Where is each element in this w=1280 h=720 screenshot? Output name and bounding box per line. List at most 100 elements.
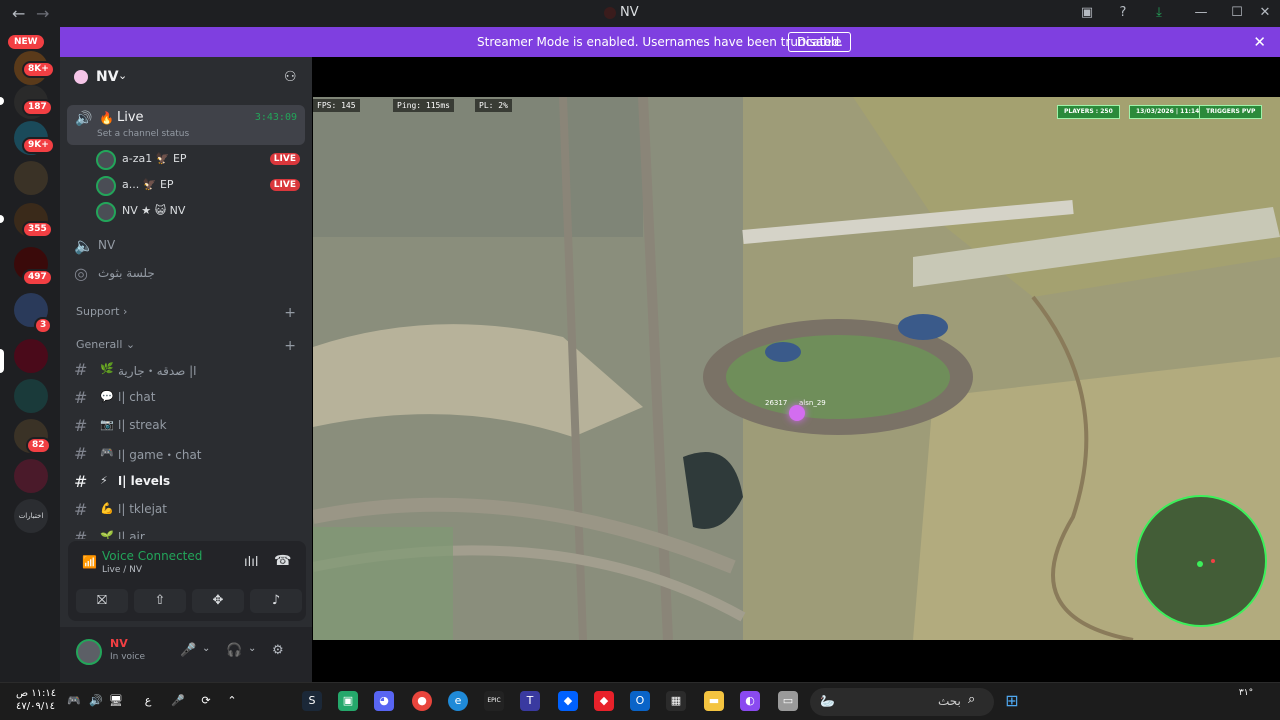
minimize-icon[interactable]: — bbox=[1192, 4, 1210, 22]
edge-icon[interactable]: e bbox=[448, 691, 468, 711]
outlook-icon[interactable]: O bbox=[630, 691, 650, 711]
unread-pill bbox=[0, 97, 4, 105]
search-placeholder: بحث bbox=[938, 694, 961, 708]
voice-channel-live[interactable]: 🔊 🔥 Live 3:43:09 Set a channel status bbox=[67, 105, 305, 145]
live-badge: LIVE bbox=[269, 153, 300, 165]
server-icon-9[interactable] bbox=[14, 379, 48, 413]
category-generall[interactable]: Generall ⌄ + bbox=[76, 338, 304, 358]
channel-status-prompt[interactable]: Set a channel status bbox=[97, 129, 189, 139]
channel-emoji: 💬 bbox=[100, 390, 114, 403]
server-icon-10[interactable]: 82 bbox=[14, 419, 51, 454]
download-icon[interactable]: ⤓ bbox=[1150, 4, 1168, 22]
voice-user[interactable]: NV ★ 😺 NV bbox=[96, 201, 306, 223]
sync-icon[interactable]: ⟳ bbox=[196, 691, 216, 711]
hash-icon: # bbox=[74, 388, 88, 407]
stage-channel[interactable]: ◎ جلسة بثوث bbox=[68, 261, 304, 287]
store-icon[interactable]: ▦ bbox=[666, 691, 686, 711]
avatar[interactable] bbox=[76, 639, 102, 665]
server-badge: 9K+ bbox=[22, 137, 55, 154]
voice-channel-nv[interactable]: 🔈 NV bbox=[68, 233, 304, 259]
channel-emoji: 📷 bbox=[100, 418, 114, 431]
close-window-icon[interactable]: ✕ bbox=[1256, 4, 1274, 22]
text-channel[interactable]: # 📷 ا| streak bbox=[68, 413, 304, 439]
signal-icon[interactable]: 📶 bbox=[82, 555, 97, 569]
avatar bbox=[96, 150, 116, 170]
teams-icon[interactable]: T bbox=[520, 691, 540, 711]
server-icon-8[interactable] bbox=[14, 339, 48, 373]
steam-icon[interactable]: S bbox=[302, 691, 322, 711]
voice-location[interactable]: Live / NV bbox=[102, 565, 142, 575]
inbox-icon[interactable]: ▣ bbox=[1078, 4, 1096, 22]
text-channel[interactable]: # 🌿 ا| صدقه・جارية bbox=[68, 357, 304, 383]
copilot-icon[interactable]: ◐ bbox=[740, 691, 760, 711]
server-logo-icon bbox=[604, 7, 616, 19]
text-channel[interactable]: # 💬 ا| chat bbox=[68, 385, 304, 411]
noise-suppression-icon[interactable]: ılıl bbox=[244, 555, 258, 570]
server-icon-5[interactable]: 355 bbox=[14, 203, 53, 238]
server-icon-1[interactable]: 8K+ bbox=[14, 51, 55, 85]
app-red-icon[interactable]: ◆ bbox=[594, 691, 614, 711]
app-window: ← → NV ▣ ? ⤓ — ☐ ✕ NEW 8K+ 187 9K+ 355 4… bbox=[0, 0, 1280, 720]
volume-icon[interactable]: 🔊 bbox=[86, 691, 106, 711]
chevron-down-icon[interactable]: ⌄ bbox=[248, 643, 256, 654]
server-icon-12[interactable]: اختبارات bbox=[14, 499, 48, 533]
server-badge: 3 bbox=[34, 317, 53, 334]
chevron-up-icon[interactable]: ⌃ bbox=[222, 691, 242, 711]
text-channel[interactable]: # 🌱 ا| air bbox=[68, 525, 304, 539]
gamepad-icon[interactable]: 🎮 bbox=[64, 691, 84, 711]
text-channel[interactable]: # 💪 ا| tklejat bbox=[68, 497, 304, 523]
voice-user[interactable]: a... 🦅 EP LIVE bbox=[96, 175, 306, 197]
server-rail: NEW 8K+ 187 9K+ 355 497 3 82 اختبارات bbox=[0, 27, 60, 682]
weather-temp[interactable]: ٣١° bbox=[1236, 683, 1256, 703]
live-badge: LIVE bbox=[269, 179, 300, 191]
network-icon[interactable]: 🖥 bbox=[106, 691, 126, 711]
voice-status: Voice Connected bbox=[102, 549, 203, 563]
soundboard-button[interactable]: ♪ bbox=[250, 589, 302, 613]
guild-header[interactable]: NV ⌄ ⚇ bbox=[60, 57, 312, 97]
forward-arrow-icon[interactable]: → bbox=[36, 4, 49, 23]
headphones-icon[interactable]: 🎧 bbox=[226, 643, 242, 658]
search-box[interactable]: 🦢 بحث ⌕ bbox=[810, 688, 994, 716]
close-icon[interactable]: ✕ bbox=[1253, 33, 1266, 51]
windows-start-icon[interactable]: ⊞ bbox=[1002, 691, 1022, 711]
category-support[interactable]: Support › + bbox=[76, 305, 304, 325]
stream-view[interactable]: FPS: 145 Ping: 115ms PL: 2% PLAYERS : 25… bbox=[312, 57, 1280, 682]
server-icon-3[interactable]: 9K+ bbox=[14, 121, 55, 155]
language-indicator[interactable]: ع bbox=[138, 691, 158, 711]
text-channel[interactable]: # 🎮 ا| game・chat bbox=[68, 441, 304, 467]
app-icon[interactable]: ▣ bbox=[338, 691, 358, 711]
disconnect-icon[interactable]: ☎ bbox=[274, 553, 291, 569]
server-icon-11[interactable] bbox=[14, 459, 48, 493]
microphone-icon[interactable]: 🎤 bbox=[180, 643, 196, 658]
voice-user[interactable]: a-za1 🦅 EP LIVE bbox=[96, 149, 306, 171]
gear-icon[interactable]: ⚙ bbox=[272, 643, 284, 658]
game-stream-frame[interactable]: FPS: 145 Ping: 115ms PL: 2% PLAYERS : 25… bbox=[313, 97, 1280, 640]
dropbox-icon[interactable]: ◆ bbox=[558, 691, 578, 711]
folder-icon[interactable]: ▬ bbox=[704, 691, 724, 711]
taskbar-clock[interactable]: ١١:١٤ ص ٤٧/٠٩/١٤ bbox=[16, 687, 56, 713]
server-icon-7[interactable]: 3 bbox=[14, 293, 53, 334]
maximize-icon[interactable]: ☐ bbox=[1228, 4, 1246, 22]
server-icon-2[interactable]: 187 bbox=[14, 85, 53, 119]
microphone-icon[interactable]: 🎤 bbox=[168, 691, 188, 711]
invite-icon[interactable]: ⚇ bbox=[284, 69, 297, 85]
hash-icon: # bbox=[74, 360, 88, 379]
add-channel-icon[interactable]: + bbox=[284, 338, 296, 354]
text-channel-unread[interactable]: # ⚡ ا| levels bbox=[68, 469, 304, 495]
epic-games-icon[interactable]: EPIC bbox=[484, 691, 504, 711]
camera-off-button[interactable]: ⛝ bbox=[76, 589, 128, 613]
back-arrow-icon[interactable]: ← bbox=[12, 4, 25, 23]
chevron-down-icon[interactable]: ⌄ bbox=[202, 643, 210, 654]
help-icon[interactable]: ? bbox=[1114, 4, 1132, 22]
share-screen-button[interactable]: ⇧ bbox=[134, 589, 186, 613]
discord-icon[interactable]: ◕ bbox=[374, 691, 394, 711]
window-icon[interactable]: ▭ bbox=[778, 691, 798, 711]
disable-button[interactable]: Disable bbox=[788, 32, 851, 52]
channel-name: NV bbox=[98, 238, 116, 252]
server-icon-6[interactable]: 497 bbox=[14, 247, 53, 286]
server-icon-4[interactable] bbox=[14, 161, 48, 195]
add-channel-icon[interactable]: + bbox=[284, 305, 296, 321]
activities-button[interactable]: ✥ bbox=[192, 589, 244, 613]
user-name: NV bbox=[110, 637, 128, 650]
chrome-icon[interactable]: ● bbox=[412, 691, 432, 711]
